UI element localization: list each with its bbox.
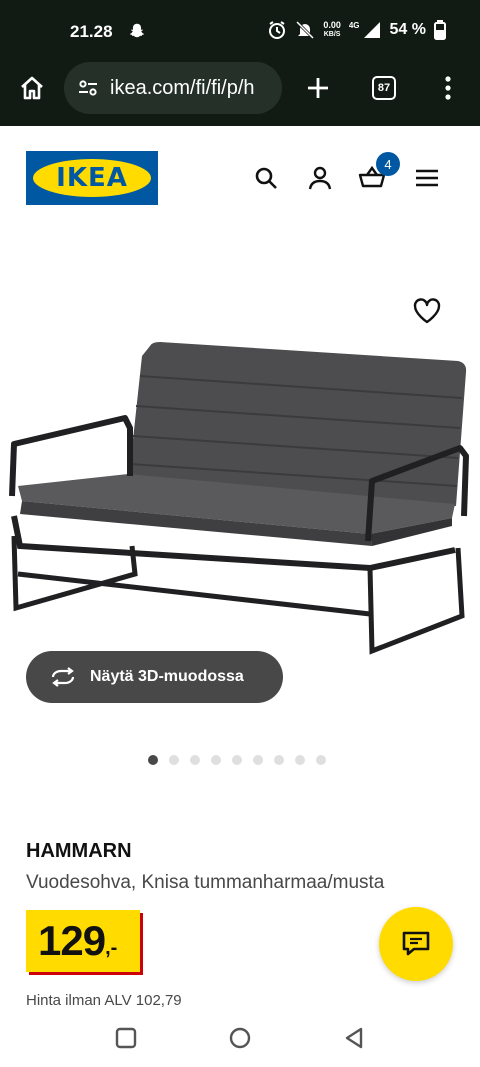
carousel-dot[interactable]	[190, 755, 200, 765]
alarm-icon	[269, 21, 286, 39]
price-suffix: ,-	[105, 936, 118, 959]
heart-icon[interactable]	[412, 296, 442, 326]
network-speed-unit: KB/S	[323, 31, 341, 38]
price-tag: 129 ,-	[26, 910, 140, 972]
search-icon[interactable]	[252, 164, 280, 192]
address-bar[interactable]: ikea.com/fi/fi/p/h	[64, 62, 282, 114]
carousel-dot[interactable]	[169, 755, 179, 765]
carousel-dot[interactable]	[274, 755, 284, 765]
chat-button[interactable]	[379, 907, 453, 981]
product-image-sofa	[9, 342, 469, 655]
cart-count: 4	[384, 156, 392, 172]
snapchat-icon	[130, 23, 144, 38]
account-icon[interactable]	[306, 164, 334, 192]
more-vert-icon[interactable]	[438, 74, 458, 102]
price-ex-vat: Hinta ilman ALV 102,79	[26, 992, 182, 1009]
recents-icon[interactable]	[114, 1026, 138, 1050]
carousel-dot[interactable]	[211, 755, 221, 765]
cart-badge: 4	[376, 152, 400, 176]
site-header: IKEA 4	[0, 126, 480, 236]
mute-icon	[296, 20, 315, 40]
logo-oval: IKEA	[33, 159, 151, 197]
carousel-dot[interactable]	[148, 755, 158, 765]
hamburger-menu-icon[interactable]	[413, 164, 441, 192]
signal-icon	[363, 22, 380, 38]
home-circle-icon[interactable]	[228, 1026, 252, 1050]
site-settings-icon[interactable]	[76, 76, 100, 100]
chat-icon	[402, 931, 430, 956]
network-speed: 0.00 KB/S	[323, 21, 341, 39]
view-3d-button[interactable]: Näytä 3D-muodossa	[26, 651, 283, 703]
tabs-icon[interactable]: 87	[372, 76, 396, 100]
home-icon[interactable]	[18, 74, 46, 102]
status-time: 21.28	[70, 22, 113, 41]
carousel-dot[interactable]	[253, 755, 263, 765]
back-icon[interactable]	[342, 1026, 366, 1050]
product-gallery[interactable]: Näytä 3D-muodossa	[0, 236, 480, 736]
view-3d-label: Näytä 3D-muodossa	[90, 668, 244, 685]
battery-level: 54 %	[389, 21, 426, 38]
plus-icon[interactable]	[304, 74, 332, 102]
price-main: 129	[38, 917, 106, 964]
network-type: 4G	[348, 20, 360, 30]
carousel-dot[interactable]	[232, 755, 242, 765]
logo-text: IKEA	[56, 163, 128, 193]
battery-icon	[434, 20, 446, 40]
rotate-3d-icon	[51, 667, 75, 687]
carousel-indicator[interactable]	[148, 755, 326, 765]
product-name[interactable]: HAMMARN	[26, 840, 132, 863]
product-description: Vuodesohva, Knisa tummanharmaa/musta	[26, 872, 385, 893]
carousel-dot[interactable]	[295, 755, 305, 765]
system-navigation-bar	[0, 1010, 480, 1067]
carousel-dot[interactable]	[316, 755, 326, 765]
ikea-logo[interactable]: IKEA	[26, 151, 158, 205]
browser-toolbar: ikea.com/fi/fi/p/h 87	[0, 62, 480, 126]
network-speed-value: 0.00	[323, 20, 341, 30]
status-bar: 21.28 0.00 KB/S 4G 54 %	[0, 0, 480, 62]
status-indicators: 0.00 KB/S 4G 54 %	[267, 20, 446, 40]
tab-count: 87	[377, 82, 391, 94]
url-text: ikea.com/fi/fi/p/h	[110, 76, 255, 99]
